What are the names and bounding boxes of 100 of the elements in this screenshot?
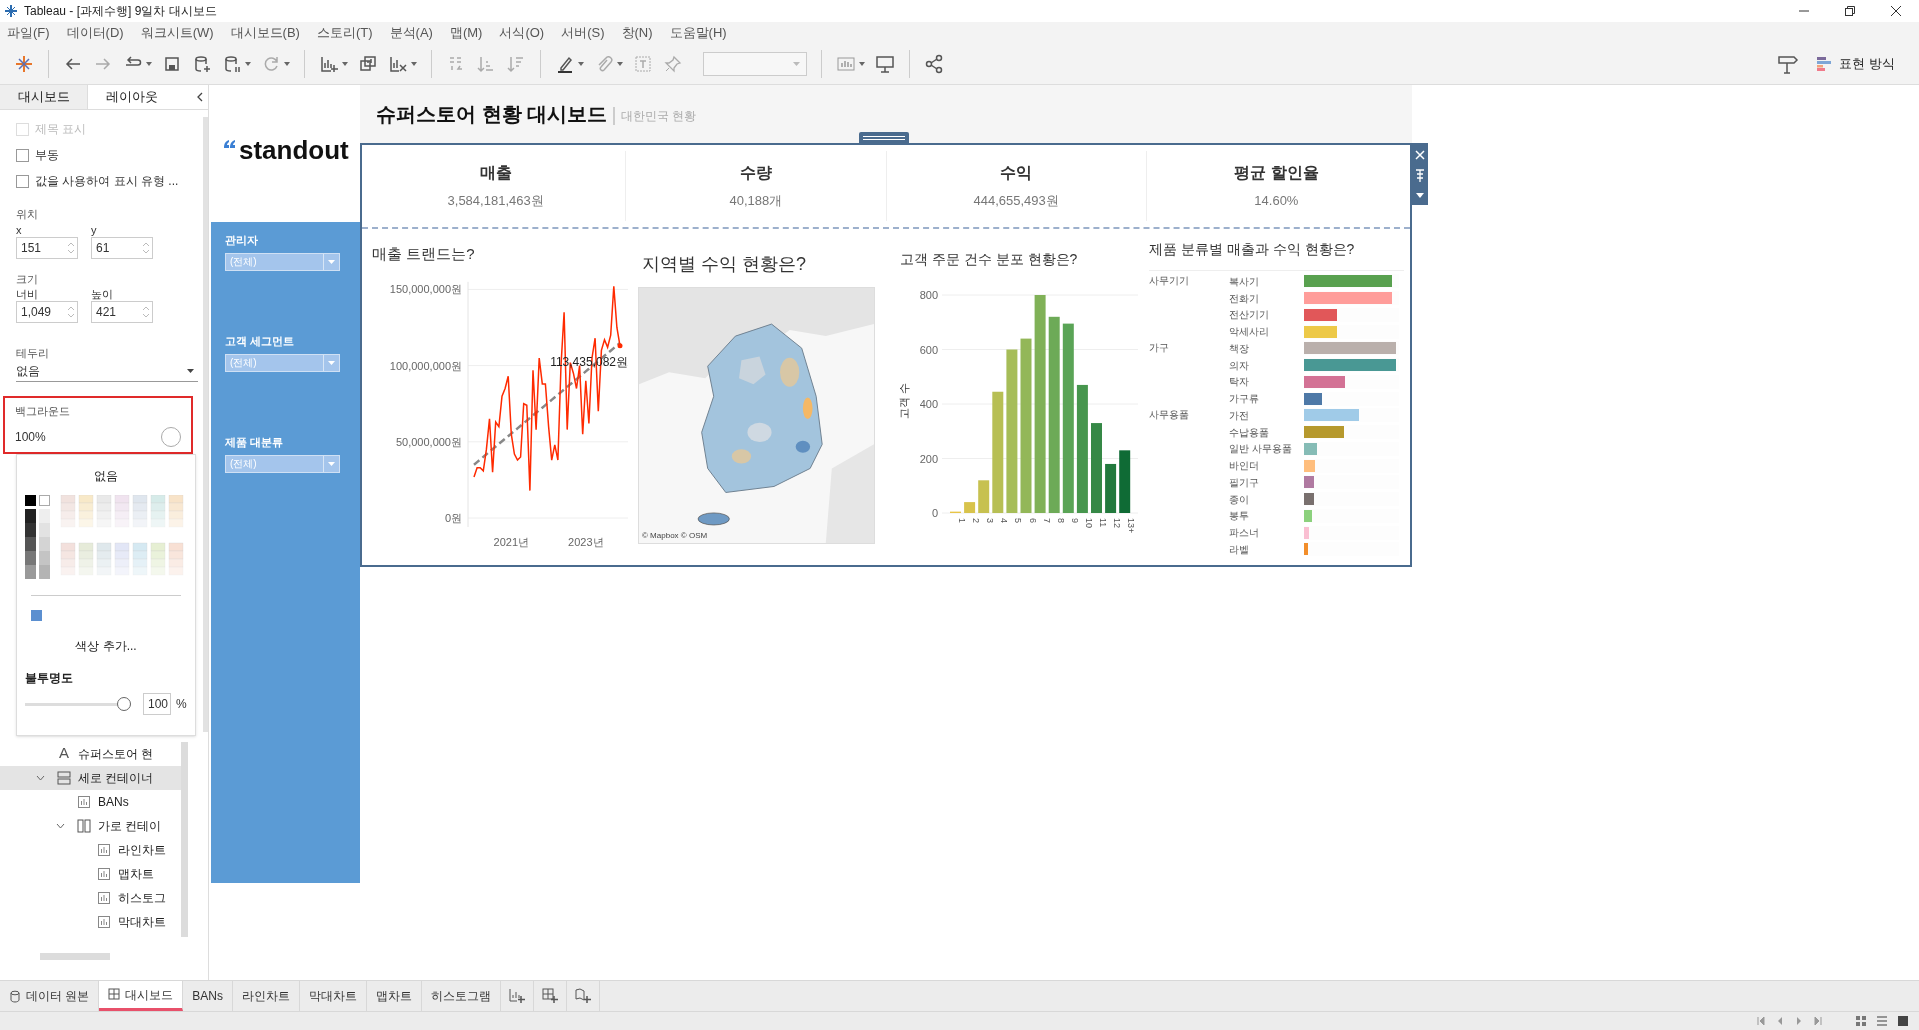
pause-data-icon[interactable] bbox=[222, 54, 242, 74]
tree-item[interactable]: 세로 컨테이너 bbox=[0, 765, 181, 790]
chart-title: 고객 주문 건수 분포 현황은? bbox=[900, 251, 1078, 267]
caret-down-icon[interactable] bbox=[146, 62, 152, 66]
menu-item[interactable]: 도움말(H) bbox=[669, 23, 727, 43]
caret-down-icon[interactable] bbox=[342, 62, 348, 66]
category-label: 필기구 bbox=[1229, 475, 1260, 490]
number-field[interactable]: 61 bbox=[91, 236, 153, 259]
caret-down-icon[interactable] bbox=[245, 62, 251, 66]
bar bbox=[978, 480, 990, 513]
new-data-source-icon[interactable] bbox=[192, 54, 212, 74]
new-worksheet-icon[interactable] bbox=[319, 54, 339, 74]
axis-label: 2 bbox=[971, 518, 982, 523]
category-label: 책장 bbox=[1229, 341, 1250, 356]
first-page-icon[interactable] bbox=[1756, 1016, 1766, 1026]
tree-item[interactable]: 가로 컨테이 bbox=[0, 813, 181, 838]
tree-item[interactable]: 라인차트 bbox=[0, 837, 181, 862]
opacity-field[interactable]: 100 bbox=[143, 692, 171, 715]
caret-down-icon[interactable] bbox=[578, 62, 584, 66]
sheet-tab[interactable]: 대시보드 bbox=[99, 981, 184, 1011]
database-icon bbox=[9, 989, 21, 1003]
slider-thumb[interactable] bbox=[117, 696, 131, 711]
checkbox[interactable] bbox=[16, 148, 29, 162]
new-story-icon[interactable] bbox=[574, 987, 593, 1005]
opacity-slider[interactable] bbox=[25, 696, 131, 711]
axis-label: 7 bbox=[1041, 518, 1052, 523]
horizontal-container-icon bbox=[77, 818, 91, 833]
category-label: 가구류 bbox=[1229, 392, 1260, 407]
opacity-label: 불투명도 bbox=[25, 669, 73, 687]
panel-tab[interactable]: 대시보드 bbox=[0, 85, 88, 109]
number-field[interactable]: 1,049 bbox=[16, 301, 78, 323]
axis-title: 고객 수 bbox=[898, 382, 910, 420]
text-object-icon: A bbox=[59, 742, 69, 765]
menu-item[interactable]: 서식(O) bbox=[499, 23, 545, 43]
menu-item[interactable]: 서버(S) bbox=[561, 23, 605, 43]
checkbox[interactable] bbox=[16, 174, 29, 188]
axis-label: 150,000,000원 bbox=[389, 283, 462, 296]
show-me-button[interactable]: 표현 방식 bbox=[1813, 51, 1899, 77]
last-page-icon[interactable] bbox=[1813, 1016, 1823, 1026]
new-dashboard-icon[interactable] bbox=[541, 987, 560, 1005]
save-icon[interactable] bbox=[162, 54, 182, 74]
axis-label: 3 bbox=[985, 518, 996, 523]
map-view[interactable]: © Mapbox © OSM bbox=[638, 287, 875, 544]
chevron-left-icon[interactable] bbox=[196, 92, 204, 102]
drag-handle[interactable] bbox=[859, 132, 909, 143]
tree-item[interactable]: A 슈퍼스토어 현 bbox=[0, 741, 181, 766]
clear-sheet-icon[interactable] bbox=[388, 54, 408, 74]
list-view-icon[interactable] bbox=[1876, 1015, 1888, 1027]
axis-label: 11 bbox=[1098, 518, 1108, 528]
menu-item[interactable]: 대시보드(B) bbox=[230, 23, 300, 43]
duplicate-icon[interactable] bbox=[358, 54, 378, 74]
tree-item[interactable]: BANs bbox=[0, 789, 181, 814]
signpost-icon[interactable] bbox=[1777, 54, 1800, 74]
quote-icon bbox=[223, 139, 236, 149]
axis-label: 800 bbox=[919, 289, 938, 301]
caret-down-icon[interactable] bbox=[859, 62, 865, 66]
menu-item[interactable]: 분석(A) bbox=[389, 23, 433, 43]
scrollbar[interactable] bbox=[181, 741, 188, 937]
menu-item[interactable]: 스토리(T) bbox=[316, 23, 373, 43]
caret-down-icon[interactable] bbox=[1416, 193, 1424, 199]
add-color-link[interactable]: 색상 추가... bbox=[75, 636, 137, 655]
kpi-value: 40,188개 bbox=[729, 192, 783, 211]
caret-down-icon[interactable] bbox=[284, 62, 290, 66]
scrollbar[interactable] bbox=[203, 117, 208, 732]
number-field[interactable]: 421 bbox=[91, 301, 153, 323]
single-view-icon[interactable] bbox=[1897, 1015, 1909, 1027]
number-field[interactable]: 151 bbox=[16, 236, 78, 259]
menu-item[interactable]: 데이터(D) bbox=[66, 23, 124, 43]
tree-item[interactable]: 히스토그 bbox=[0, 885, 181, 910]
menu-item[interactable]: 워크시트(W) bbox=[140, 23, 214, 43]
scrollbar[interactable] bbox=[40, 953, 110, 960]
kpi-label: 수익 bbox=[1000, 163, 1033, 184]
tableau-logo-icon[interactable] bbox=[14, 54, 34, 74]
tree-label: 맵차트 bbox=[118, 865, 154, 883]
next-page-icon[interactable] bbox=[1794, 1016, 1804, 1026]
color-swatch[interactable] bbox=[161, 426, 181, 447]
close-icon[interactable] bbox=[1891, 6, 1901, 16]
restore-icon[interactable] bbox=[1845, 6, 1855, 16]
none-option[interactable]: 없음 bbox=[94, 466, 118, 485]
field-label: x bbox=[16, 222, 23, 237]
dashboard-subtitle: 대한민국 현황 bbox=[613, 107, 697, 125]
menu-item[interactable]: 맵(M) bbox=[449, 23, 483, 43]
axis-label: 13+ bbox=[1126, 518, 1137, 534]
chevron-down-icon[interactable] bbox=[36, 774, 45, 781]
tree-item[interactable]: 맵차트 bbox=[0, 861, 181, 886]
share-icon[interactable] bbox=[924, 54, 944, 74]
caret-down-icon[interactable] bbox=[617, 62, 623, 66]
new-worksheet-icon[interactable] bbox=[508, 987, 527, 1005]
highlight-pen-icon[interactable] bbox=[555, 54, 575, 74]
presentation-icon[interactable] bbox=[875, 54, 895, 74]
menu-item[interactable]: 창(N) bbox=[621, 23, 653, 43]
worksheet-icon bbox=[77, 794, 91, 809]
grid-view-icon[interactable] bbox=[1855, 1015, 1867, 1027]
tree-item[interactable]: 막대차트 bbox=[0, 909, 181, 934]
border-dropdown[interactable]: 없음 bbox=[16, 361, 198, 382]
color-swatch[interactable] bbox=[31, 609, 42, 621]
menu-item[interactable]: 파일(F) bbox=[7, 23, 50, 43]
caret-down-icon[interactable] bbox=[411, 62, 417, 66]
chevron-down-icon[interactable] bbox=[56, 822, 65, 829]
category-label: 복사기 bbox=[1229, 274, 1260, 289]
